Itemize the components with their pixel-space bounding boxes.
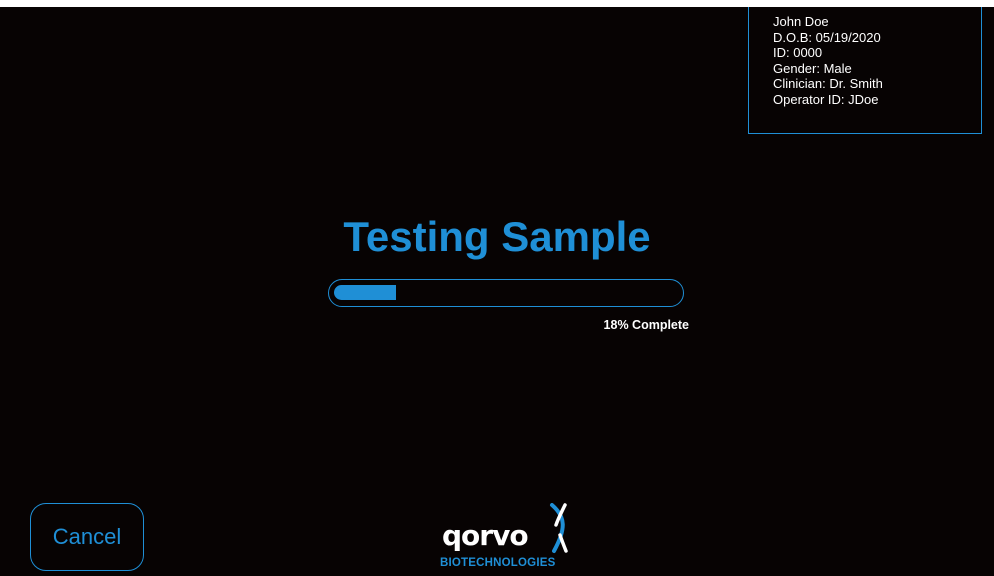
- page-title: Testing Sample: [343, 213, 651, 260]
- dna-helix-icon: [550, 503, 568, 553]
- progress-label: 18% Complete: [603, 318, 689, 332]
- logo: qorvo BIOTECHNOLOGIES: [440, 503, 580, 573]
- patient-gender: Gender: Male: [773, 60, 852, 76]
- patient-name: John Doe: [773, 14, 829, 29]
- patient-operator-id: Operator ID: JDoe: [773, 91, 879, 107]
- patient-dob: D.O.B: 05/19/2020: [773, 29, 881, 45]
- screen: John Doe D.O.B: 05/19/2020 ID: 0000 Gend…: [0, 7, 994, 576]
- cancel-button[interactable]: Cancel: [30, 503, 144, 571]
- progress-bar: [328, 279, 684, 307]
- patient-clinician: Clinician: Dr. Smith: [773, 76, 883, 91]
- logo-tagline: BIOTECHNOLOGIES: [440, 557, 556, 569]
- patient-id: ID: 0000: [773, 45, 823, 60]
- progress-bar-fill: [334, 285, 396, 300]
- logo-wordmark: qorvo: [442, 519, 529, 552]
- patient-info-panel: John Doe D.O.B: 05/19/2020 ID: 0000 Gend…: [748, 7, 982, 134]
